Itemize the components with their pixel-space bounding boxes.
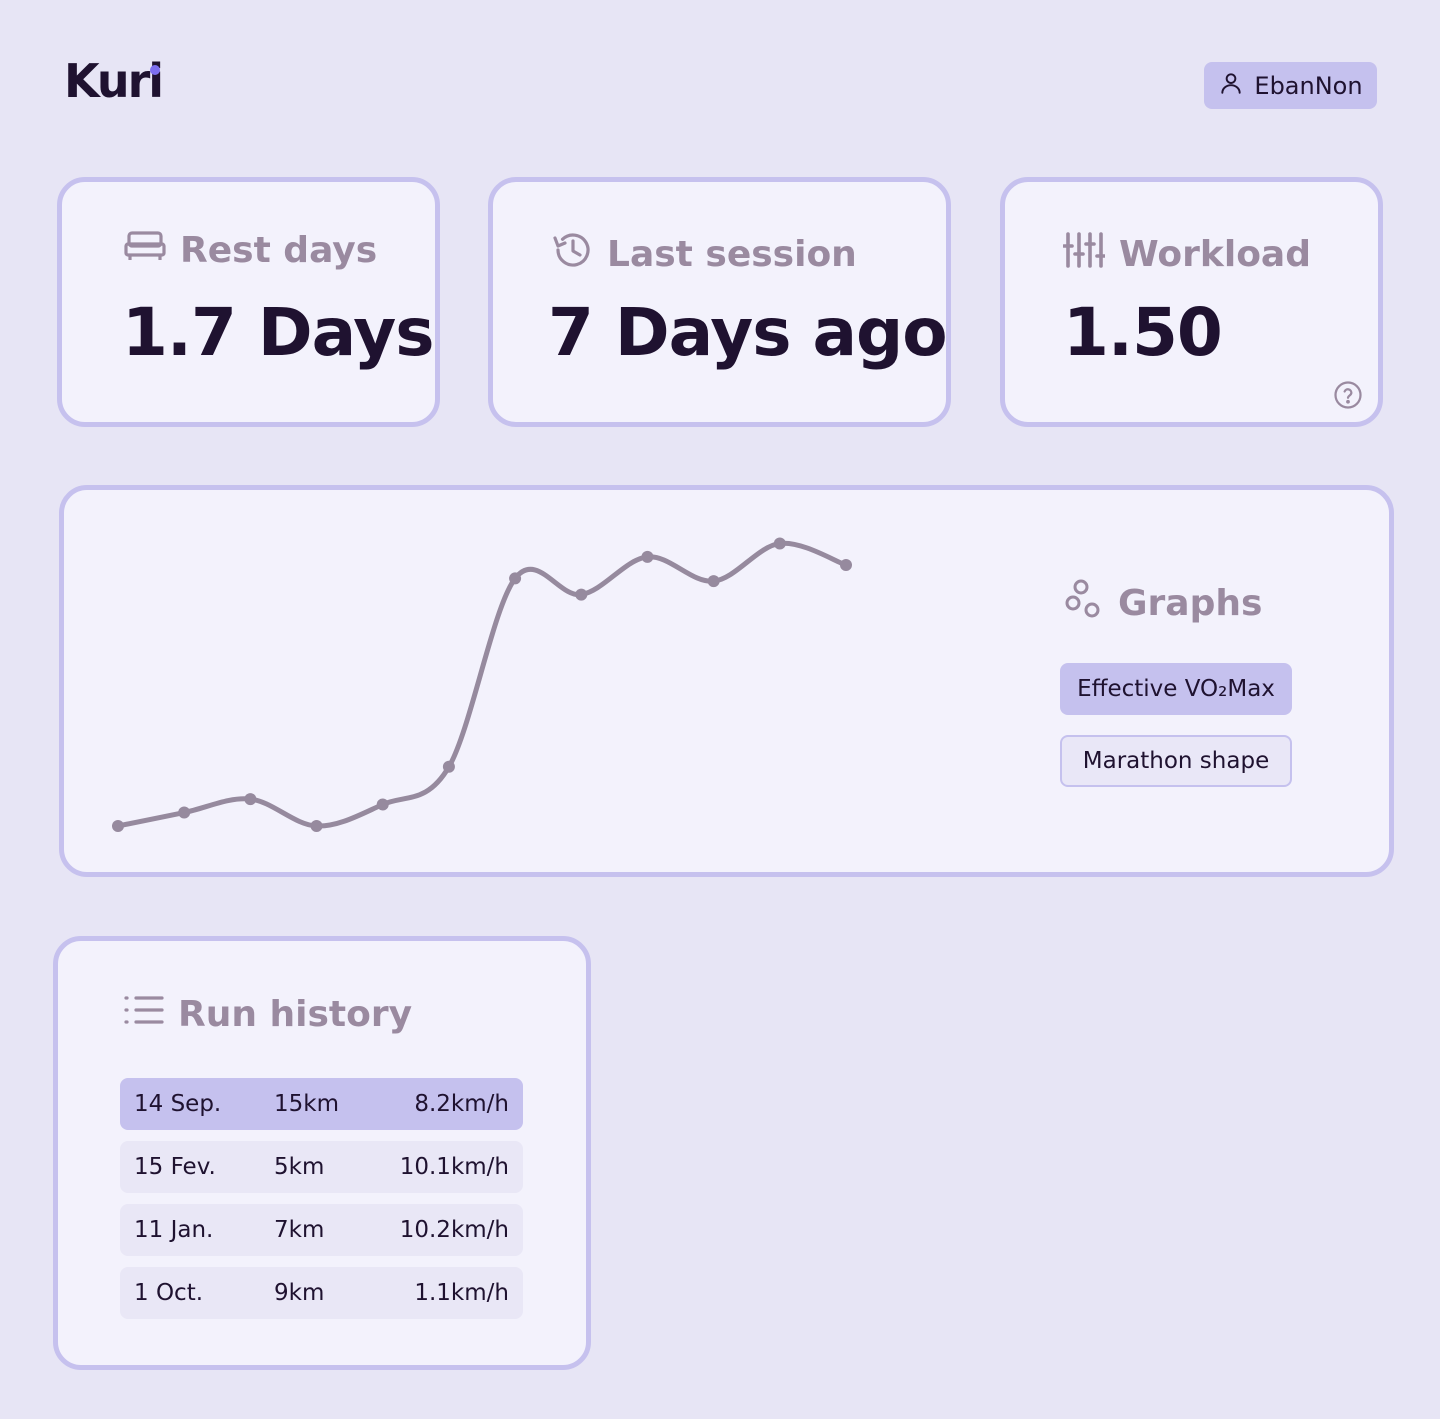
nodes-icon: [1064, 578, 1104, 629]
logo-dot: [150, 65, 161, 75]
graph-option-marathon-shape[interactable]: Marathon shape: [1060, 735, 1292, 787]
user-profile-button[interactable]: EbanNon: [1204, 62, 1377, 109]
rest-days-label: Rest days: [180, 230, 378, 271]
run-distance: 15km: [274, 1091, 339, 1117]
last-session-label-row: Last session: [551, 230, 857, 279]
data-point-6[interactable]: [509, 572, 522, 585]
graphs-title: Graphs: [1118, 583, 1263, 624]
data-point-11[interactable]: [840, 558, 852, 571]
user-name: EbanNon: [1254, 71, 1363, 100]
run-history-list: 14 Sep. 15km 8.2km/h 15 Fev. 5km 10.1km/…: [120, 1078, 523, 1330]
run-row[interactable]: 11 Jan. 7km 10.2km/h: [120, 1204, 523, 1256]
data-point-5[interactable]: [442, 760, 455, 773]
help-circle-icon[interactable]: [1333, 380, 1363, 414]
history-icon: [551, 230, 593, 279]
graph-option-label: Marathon shape: [1082, 748, 1270, 774]
data-point-4[interactable]: [376, 798, 389, 811]
graph-option-label: Effective VO₂Max: [1077, 676, 1275, 702]
run-history-title-row: Run history: [124, 993, 412, 1036]
run-row[interactable]: 1 Oct. 9km 1.1km/h: [120, 1267, 523, 1319]
run-date: 11 Jan.: [134, 1217, 214, 1243]
workload-label: Workload: [1119, 234, 1311, 275]
list-icon: [124, 993, 164, 1036]
run-history-title: Run history: [178, 994, 413, 1035]
data-point-7[interactable]: [575, 588, 588, 601]
graphs-title-row: Graphs: [1064, 578, 1262, 629]
data-point-2[interactable]: [244, 793, 257, 806]
data-point-0[interactable]: [112, 820, 124, 832]
data-point-8[interactable]: [641, 550, 654, 563]
run-speed: 10.2km/h: [399, 1217, 509, 1243]
run-speed: 1.1km/h: [414, 1280, 509, 1306]
run-date: 15 Fev.: [134, 1154, 216, 1180]
run-distance: 7km: [274, 1217, 325, 1243]
bed-icon: [124, 230, 166, 271]
data-point-10[interactable]: [773, 537, 786, 550]
graph-card: Graphs Effective VO₂Max Marathon shape: [59, 485, 1394, 877]
series-line: [115, 540, 849, 829]
workload-card: Workload 1.50: [1000, 177, 1383, 427]
run-row[interactable]: 15 Fev. 5km 10.1km/h: [120, 1141, 523, 1193]
run-row[interactable]: 14 Sep. 15km 8.2km/h: [120, 1078, 523, 1130]
logo-text: Kuri: [64, 54, 164, 108]
last-session-card: Last session 7 Days ago: [488, 177, 951, 427]
app-logo[interactable]: Kuri: [64, 58, 164, 104]
workload-label-row: Workload: [1062, 230, 1311, 279]
run-distance: 9km: [274, 1280, 325, 1306]
last-session-value: 7 Days ago: [548, 294, 948, 371]
run-date: 14 Sep.: [134, 1091, 222, 1117]
graph-option-vo2max[interactable]: Effective VO₂Max: [1060, 663, 1292, 715]
sliders-icon: [1062, 230, 1107, 279]
rest-days-label-row: Rest days: [124, 230, 377, 271]
data-point-1[interactable]: [178, 806, 191, 819]
run-speed: 10.1km/h: [399, 1154, 509, 1180]
run-distance: 5km: [274, 1154, 325, 1180]
run-date: 1 Oct.: [134, 1280, 204, 1306]
run-history-card: Run history 14 Sep. 15km 8.2km/h 15 Fev.…: [53, 936, 591, 1370]
user-icon: [1218, 70, 1244, 102]
data-point-3[interactable]: [310, 820, 323, 832]
rest-days-value: 1.7 Days: [122, 294, 434, 371]
last-session-label: Last session: [607, 234, 857, 275]
data-point-9[interactable]: [707, 575, 720, 588]
run-speed: 8.2km/h: [414, 1091, 509, 1117]
rest-days-card: Rest days 1.7 Days: [57, 177, 440, 427]
workload-value: 1.50: [1063, 294, 1223, 371]
